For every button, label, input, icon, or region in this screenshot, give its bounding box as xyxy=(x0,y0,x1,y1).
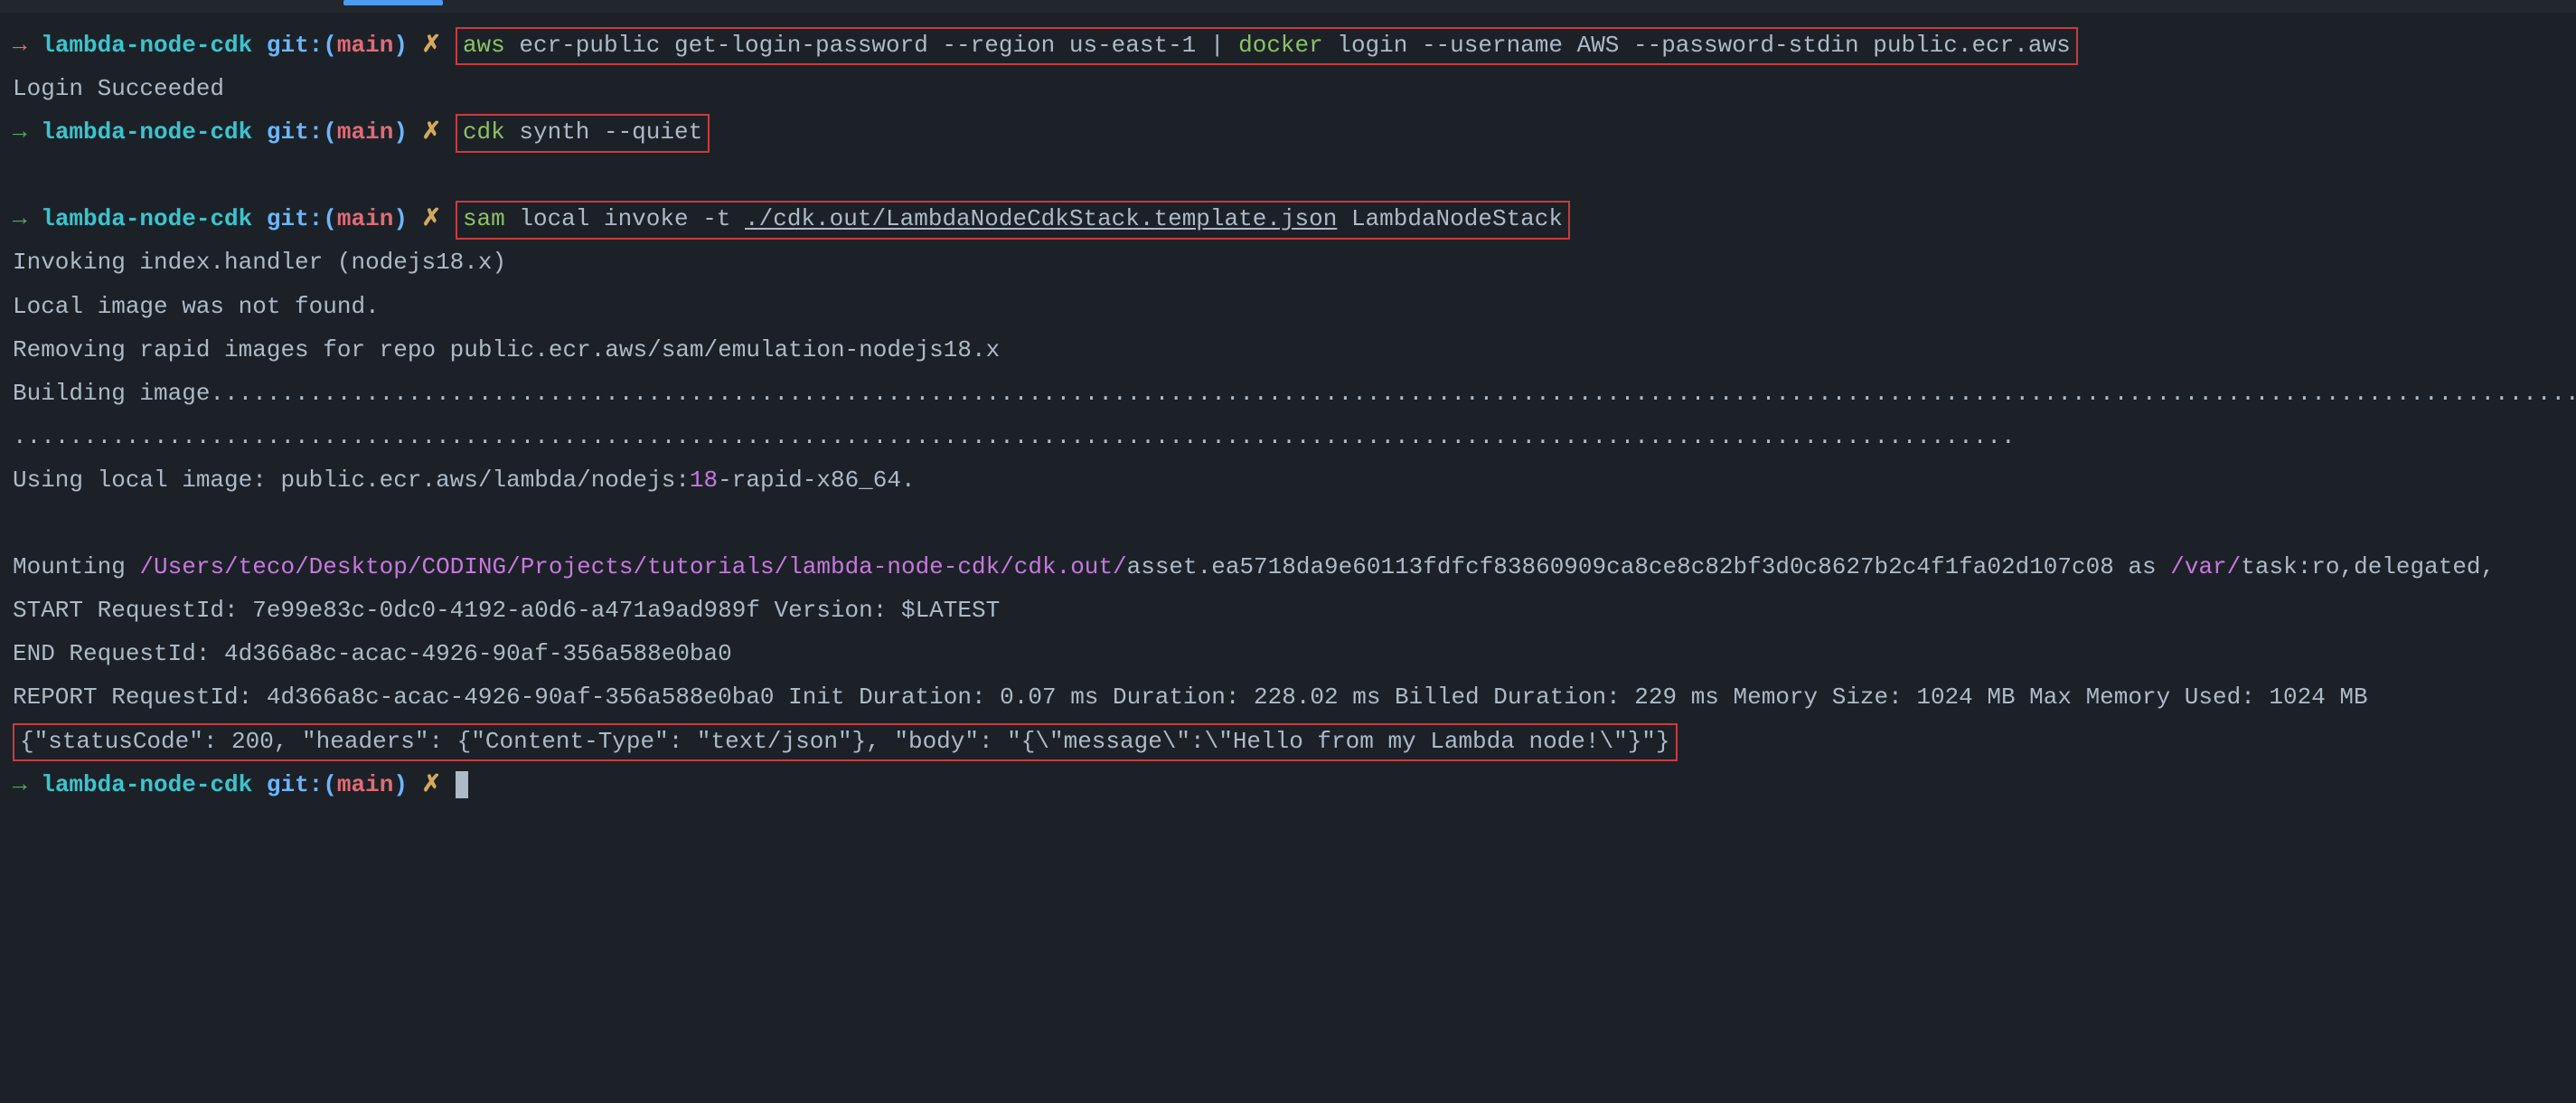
prompt-folder: lambda-node-cdk xyxy=(41,118,252,146)
prompt-arrow: → xyxy=(13,771,27,798)
output-dots: ........................................… xyxy=(13,415,2563,458)
terminal-cursor xyxy=(456,771,468,798)
cmd-docker: docker xyxy=(1238,32,1323,59)
git-close: ) xyxy=(393,32,408,59)
highlighted-output-json: {"statusCode": 200, "headers": {"Content… xyxy=(13,723,1678,761)
output-start: START RequestId: 7e99e83c-0dc0-4192-a0d6… xyxy=(13,589,2563,632)
prompt-folder: lambda-node-cdk xyxy=(41,32,252,59)
highlighted-command-2: cdk synth --quiet xyxy=(456,114,710,152)
prompt-folder: lambda-node-cdk xyxy=(41,771,252,798)
prompt-dirty-icon: ✗ xyxy=(422,32,442,59)
prompt-folder: lambda-node-cdk xyxy=(41,205,252,232)
output-removing: Removing rapid images for repo public.ec… xyxy=(13,328,2563,372)
prompt-line-final[interactable]: → lambda-node-cdk git:(main) ✗ xyxy=(13,763,2563,806)
output-invoking: Invoking index.handler (nodejs18.x) xyxy=(13,240,2563,284)
prompt-line-3: → lambda-node-cdk git:(main) ✗ sam local… xyxy=(13,197,2563,240)
prompt-arrow: → xyxy=(13,118,27,146)
output-end: END RequestId: 4d366a8c-acac-4926-90af-3… xyxy=(13,632,2563,675)
prompt-arrow: → xyxy=(13,205,27,232)
prompt-dirty-icon: ✗ xyxy=(422,205,442,232)
prompt-line-1: → lambda-node-cdk git:(main) ✗ aws ecr-p… xyxy=(13,24,2563,67)
output-building: Building image..........................… xyxy=(13,372,2563,415)
blank-line xyxy=(13,502,2563,545)
prompt-line-2: → lambda-node-cdk git:(main) ✗ cdk synth… xyxy=(13,110,2563,154)
cmd-sam: sam xyxy=(463,205,505,232)
output-report: REPORT RequestId: 4d366a8c-acac-4926-90a… xyxy=(13,675,2563,719)
output-json-line: {"statusCode": 200, "headers": {"Content… xyxy=(13,720,2563,763)
blank-line xyxy=(13,154,2563,197)
window-topbar xyxy=(0,0,2576,13)
prompt-dirty-icon: ✗ xyxy=(422,118,442,146)
output-login: Login Succeeded xyxy=(13,67,2563,110)
git-branch: main xyxy=(337,32,393,59)
prompt-dirty-icon: ✗ xyxy=(422,771,442,798)
terminal[interactable]: → lambda-node-cdk git:(main) ✗ aws ecr-p… xyxy=(0,13,2576,817)
cmd-path: ./cdk.out/LambdaNodeCdkStack.template.js… xyxy=(745,205,1337,232)
active-tab-indicator xyxy=(343,0,443,5)
highlighted-command-3: sam local invoke -t ./cdk.out/LambdaNode… xyxy=(456,201,1570,239)
git-label: git:( xyxy=(267,32,337,59)
cmd-cdk: cdk xyxy=(463,118,505,146)
highlighted-command-1: aws ecr-public get-login-password --regi… xyxy=(456,27,2078,65)
cmd-aws: aws xyxy=(463,32,505,59)
output-notfound: Local image was not found. xyxy=(13,285,2563,328)
prompt-arrow: → xyxy=(13,32,27,59)
output-mounting: Mounting /Users/teco/Desktop/CODING/Proj… xyxy=(13,545,2563,589)
output-local-image: Using local image: public.ecr.aws/lambda… xyxy=(13,458,2563,502)
